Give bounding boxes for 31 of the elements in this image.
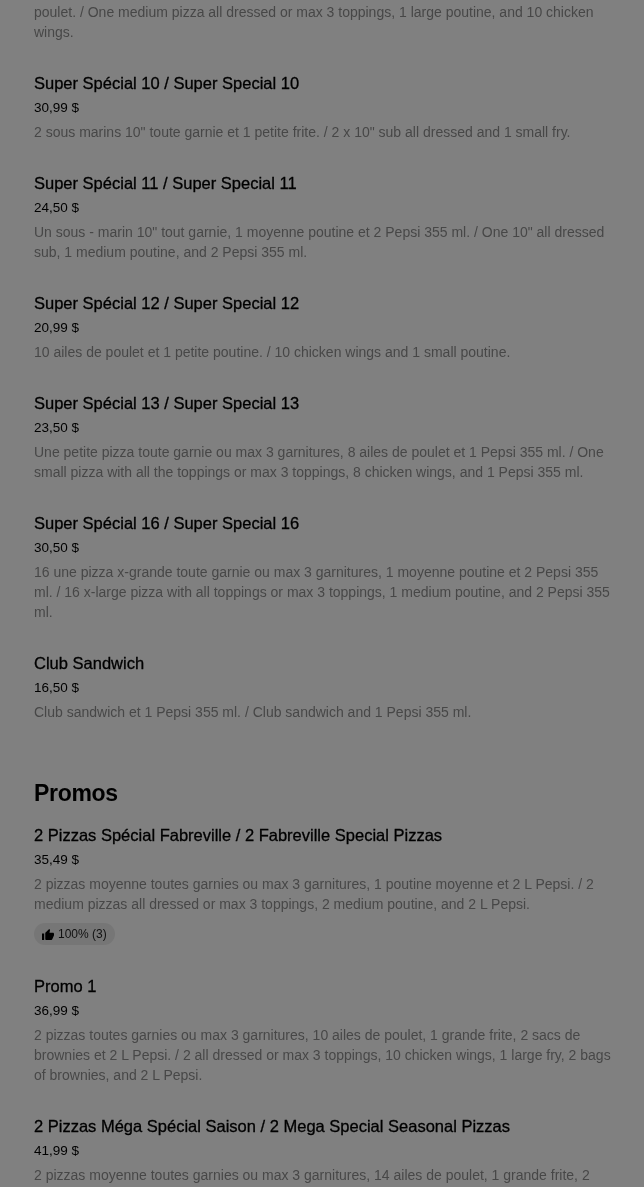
- item-price: 23,50 $: [34, 419, 81, 437]
- item-name: Promo 1: [34, 976, 98, 997]
- item-price: 35,49 $: [34, 851, 81, 869]
- item-description: 2 pizzas moyenne toutes garnies ou max 3 garnitures, 1 poutine moyenne et 2 L Pepsi. / 2 medium pizzas all dressed or max 3 toppings, 2 medium poutine, and 2 L Pepsi.: [34, 875, 595, 914]
- rating-text: 100% (3): [58, 926, 107, 942]
- item-price: 36,99 $: [34, 1002, 81, 1020]
- item-name: Super Spécial 12 / Super Special 12: [34, 293, 301, 314]
- item-price: 20,99 $: [34, 319, 81, 337]
- item-description: 16 une pizza x-grande toute garnie ou max 3 garnitures, 1 moyenne poutine et 2 Pepsi 355 ml. / 16 x-large pizza with all toppings or max 3 toppings, 1 medium poutine, and 2 Pepsi 355 ml.: [34, 563, 611, 622]
- item-name: 2 Pizzas Spécial Fabreville / 2 Fabreville Special Pizzas: [34, 825, 444, 846]
- item-price: 41,99 $: [34, 1142, 81, 1160]
- item-name: Super Spécial 10 / Super Special 10: [34, 73, 301, 94]
- item-description: 2 sous marins 10" toute garnie et 1 petite frite. / 2 x 10" sub all dressed and 1 small fry.: [34, 123, 572, 142]
- item-name: Super Spécial 13 / Super Special 13: [34, 393, 301, 414]
- item-description: Club sandwich et 1 Pepsi 355 ml. / Club sandwich and 1 Pepsi 355 ml.: [34, 703, 473, 722]
- item-name: 2 Pizzas Méga Spécial Saison / 2 Mega Special Seasonal Pizzas: [34, 1116, 511, 1137]
- item-description: poulet. / One medium pizza all dressed or max 3 toppings, 1 large poutine, and 10 chicken wings.: [34, 3, 595, 42]
- item-description: Un sous - marin 10" tout garnie, 1 moyenne poutine et 2 Pepsi 355 ml. / One 10" all dressed sub, 1 medium poutine, and 2 Pepsi 355 ml.: [34, 223, 606, 262]
- item-description: 2 pizzas moyenne toutes garnies ou max 3 garnitures, 14 ailes de poulet, 1 grande frite, 2: [34, 1166, 591, 1185]
- thumbs-up-icon: [42, 928, 54, 940]
- item-description: Une petite pizza toute garnie ou max 3 garnitures, 8 ailes de poulet et 1 Pepsi 355 ml. / One small pizza with all the toppings or max 3 toppings, 8 chicken wings, and 1 Pepsi 355 ml.: [34, 443, 605, 482]
- item-price: 30,50 $: [34, 539, 81, 557]
- item-description: 2 pizzas toutes garnies ou max 3 garnitures, 10 ailes de poulet, 1 grande frite, 2 sacs de brownies et 2 L Pepsi. / 2 all dressed or max 3 toppings, 10 chicken wings, 1 large fry, 2 bags of brownies, and 2 L Pepsi.: [34, 1026, 612, 1085]
- item-price: 24,50 $: [34, 199, 81, 217]
- item-price: 16,50 $: [34, 679, 81, 697]
- item-description: 10 ailes de poulet et 1 petite poutine. / 10 chicken wings and 1 small poutine.: [34, 343, 512, 362]
- section-heading: Promos: [34, 779, 119, 807]
- item-price: 30,99 $: [34, 99, 81, 117]
- item-name: Super Spécial 16 / Super Special 16: [34, 513, 301, 534]
- item-name: Super Spécial 11 / Super Special 11: [34, 173, 298, 194]
- item-name: Club Sandwich: [34, 653, 146, 674]
